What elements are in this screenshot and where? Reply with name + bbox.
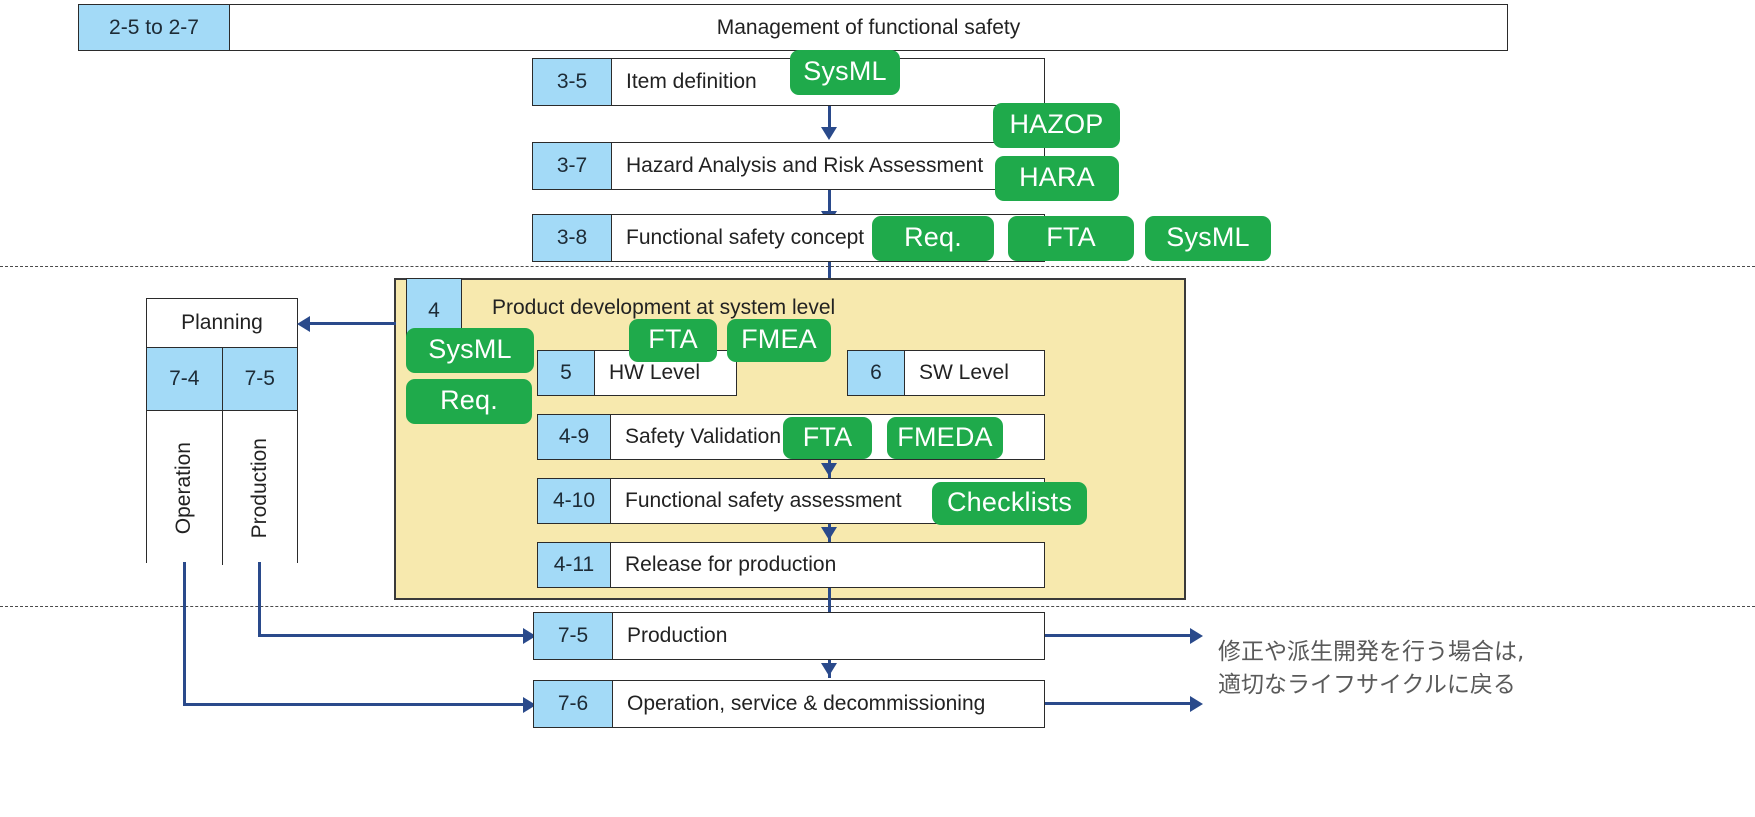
row-code-3-8: 3-8 — [533, 215, 612, 261]
badge-hazop[interactable]: HAZOP — [993, 103, 1120, 148]
diagram-canvas: 2-5 to 2-7 Management of functional safe… — [0, 0, 1755, 817]
row-label-release-for-production: Release for production — [625, 553, 837, 576]
badge-checklists[interactable]: Checklists — [932, 482, 1087, 525]
management-banner-title: Management of functional safety — [716, 15, 1021, 39]
management-banner-code: 2-5 to 2-7 — [79, 5, 230, 50]
connector-line-operation-down — [183, 562, 186, 705]
row-code-3-5: 3-5 — [533, 59, 612, 105]
row-label-production: Production — [627, 624, 728, 647]
row-sw-level: 6 SW Level — [847, 350, 1045, 396]
planning-table-header: Planning — [147, 299, 297, 348]
row-code-7-5: 7-5 — [534, 613, 613, 659]
connector-arrow-4-10-to-4-11 — [821, 527, 837, 540]
badge-fta-system[interactable]: FTA — [629, 319, 717, 362]
row-item-definition: 3-5 Item definition — [532, 58, 1045, 106]
badge-fmea-system[interactable]: FMEA — [727, 319, 831, 362]
connector-line-production-down — [258, 562, 261, 636]
badge-sysml-item-definition[interactable]: SysML — [790, 50, 900, 95]
connector-arrow-7-6-to-note — [1190, 696, 1203, 712]
connector-arrow-phase4-to-planning — [297, 316, 310, 332]
row-label-hazard-analysis: Hazard Analysis and Risk Assessment — [626, 154, 984, 177]
badge-sysml-concept[interactable]: SysML — [1145, 216, 1271, 261]
planning-table-label-row: Operation Production — [147, 411, 297, 565]
connector-line-operation-to-7-6 — [183, 703, 526, 706]
connector-arrow-7-5-to-note — [1190, 628, 1203, 644]
row-code-4-9: 4-9 — [538, 415, 611, 459]
row-code-4-10: 4-10 — [538, 479, 611, 523]
lifecycle-divider-bottom — [0, 606, 1755, 607]
planning-label-production: Production — [247, 437, 271, 539]
phase-title: Product development at system level — [492, 296, 836, 319]
badge-sysml-system[interactable]: SysML — [406, 328, 534, 373]
row-operation-service: 7-6 Operation, service & decommissioning — [533, 680, 1045, 728]
connector-line-phase4-to-planning — [310, 322, 396, 325]
badge-req-concept[interactable]: Req. — [872, 216, 994, 261]
connector-arrow-3-5-to-3-7 — [821, 127, 837, 140]
planning-table: Planning 7-4 7-5 Operation Production — [146, 298, 298, 565]
badge-fta-validation[interactable]: FTA — [783, 417, 872, 459]
row-production: 7-5 Production — [533, 612, 1045, 660]
badge-hara[interactable]: HARA — [995, 156, 1119, 201]
badge-fta-concept[interactable]: FTA — [1008, 216, 1134, 261]
connector-arrow-7-5-to-7-6 — [821, 663, 837, 676]
connector-line-7-5-to-note — [1045, 634, 1193, 637]
planning-label-operation: Operation — [172, 441, 196, 535]
row-hazard-analysis: 3-7 Hazard Analysis and Risk Assessment — [532, 142, 1045, 190]
planning-cell-operation: Operation — [147, 411, 222, 565]
row-code-5: 5 — [538, 351, 595, 395]
row-release-for-production: 4-11 Release for production — [537, 542, 1045, 588]
lifecycle-note: 修正や派生開発を行う場合は, 適切なライフサイクルに戻る — [1218, 639, 1525, 699]
planning-cell-production: Production — [221, 411, 297, 565]
row-code-4-11: 4-11 — [538, 543, 611, 587]
planning-table-code-row: 7-4 7-5 — [147, 348, 297, 411]
row-code-6: 6 — [848, 351, 905, 395]
row-code-7-6: 7-6 — [534, 681, 613, 727]
row-label-sw-level: SW Level — [919, 361, 1009, 384]
connector-arrow-4-9-to-4-10 — [821, 463, 837, 476]
planning-code-7-4: 7-4 — [147, 348, 222, 410]
lifecycle-divider-top — [0, 266, 1755, 267]
connector-line-7-6-to-note — [1045, 702, 1193, 705]
connector-line-production-to-7-5 — [258, 634, 526, 637]
row-code-3-7: 3-7 — [533, 143, 612, 189]
row-label-operation-service: Operation, service & decommissioning — [627, 692, 986, 715]
planning-code-7-5: 7-5 — [221, 348, 297, 410]
badge-req-system[interactable]: Req. — [406, 379, 532, 424]
badge-fmeda-validation[interactable]: FMEDA — [887, 417, 1003, 459]
management-banner: 2-5 to 2-7 Management of functional safe… — [78, 4, 1508, 51]
